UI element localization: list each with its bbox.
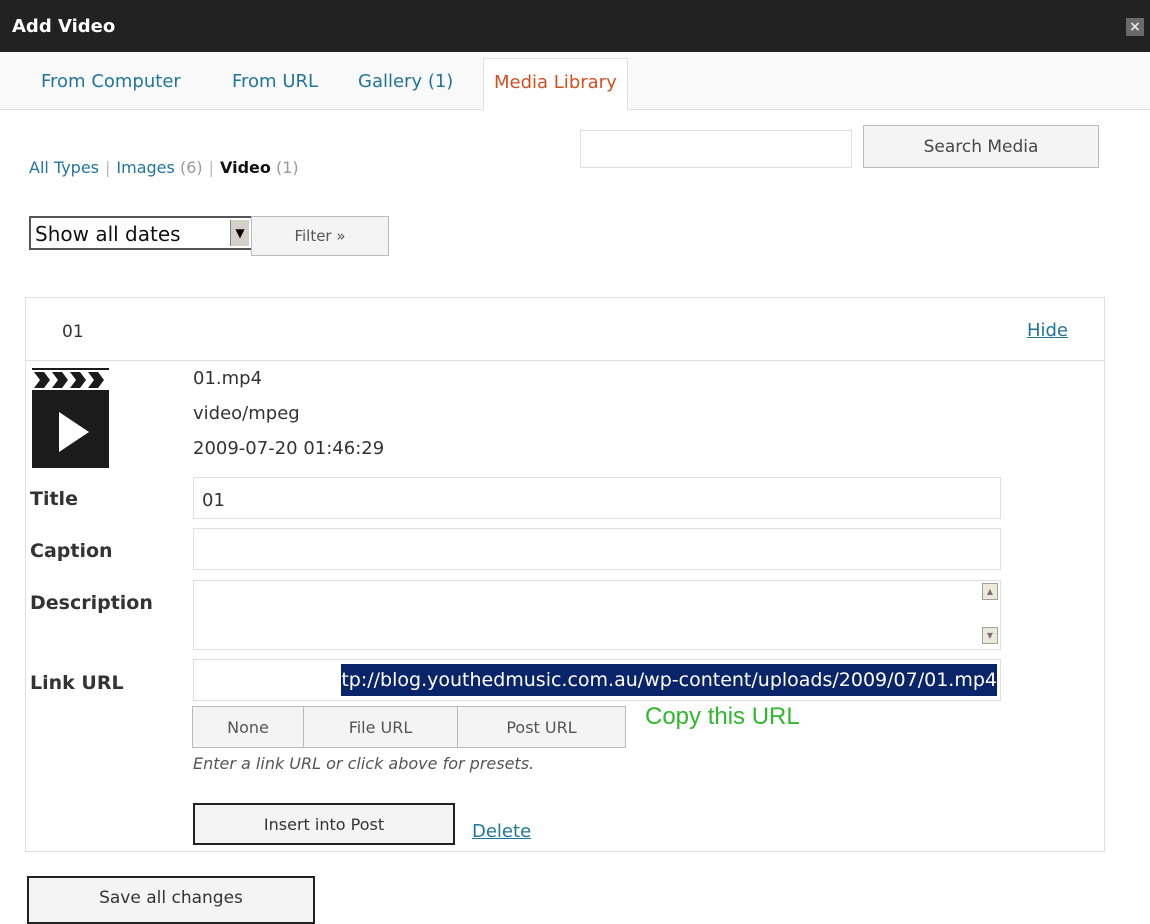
- link-url-label: Link URL: [30, 672, 124, 694]
- close-icon[interactable]: ×: [1126, 18, 1144, 36]
- tab-from-computer[interactable]: From Computer: [41, 71, 181, 92]
- scroll-up-icon[interactable]: ▲: [982, 583, 998, 600]
- preset-none-button[interactable]: None: [192, 706, 304, 748]
- title-label: Title: [30, 488, 78, 510]
- preset-post-url-button[interactable]: Post URL: [457, 706, 626, 748]
- media-filename: 01.mp4: [193, 368, 263, 389]
- filter-images[interactable]: Images: [116, 158, 174, 177]
- link-url-selected-text: tp://blog.youthedmusic.com.au/wp-content…: [341, 664, 997, 696]
- dialog-title: Add Video: [12, 16, 116, 37]
- media-upload-date: 2009-07-20 01:46:29: [193, 438, 385, 459]
- preset-file-url-button[interactable]: File URL: [303, 706, 458, 748]
- tab-media-library[interactable]: Media Library: [483, 58, 628, 110]
- filter-all-types[interactable]: All Types: [29, 158, 99, 177]
- filter-button[interactable]: Filter »: [251, 216, 389, 256]
- delete-link[interactable]: Delete: [472, 821, 531, 842]
- caption-field[interactable]: [193, 528, 1001, 570]
- dropdown-arrow-icon[interactable]: ▼: [230, 220, 249, 246]
- save-all-changes-button[interactable]: Save all changes: [27, 876, 315, 924]
- link-presets: None File URL Post URL: [192, 706, 626, 748]
- insert-into-post-button[interactable]: Insert into Post: [193, 803, 455, 845]
- tab-from-url[interactable]: From URL: [232, 71, 318, 92]
- media-item-name: 01: [62, 322, 84, 342]
- title-field[interactable]: 01: [193, 477, 1001, 519]
- search-input[interactable]: [580, 130, 852, 168]
- caption-label: Caption: [30, 540, 113, 562]
- filter-video-count: (1): [276, 158, 299, 177]
- dialog-titlebar: Add Video ×: [0, 0, 1150, 52]
- scroll-down-icon[interactable]: ▼: [982, 627, 998, 644]
- description-label: Description: [30, 592, 153, 614]
- tab-gallery[interactable]: Gallery (1): [358, 71, 453, 92]
- description-textarea[interactable]: ▲ ▼: [193, 580, 1001, 650]
- filter-images-count: (6): [179, 158, 203, 177]
- video-clapperboard-icon: [32, 368, 109, 468]
- date-select-value: Show all dates: [35, 222, 181, 246]
- media-mime-type: video/mpeg: [193, 403, 300, 424]
- link-url-help: Enter a link URL or click above for pres…: [193, 754, 535, 773]
- media-item-header: 01 Hide: [26, 298, 1104, 361]
- media-item-panel: 01 Hide 01.mp4 video/mpeg 2009-07-20 01:…: [25, 297, 1105, 852]
- type-filter: All Types | Images (6) | Video (1): [29, 158, 299, 177]
- copy-url-annotation: Copy this URL: [645, 703, 800, 730]
- title-field-value: 01: [202, 490, 225, 511]
- date-select[interactable]: Show all dates ▼: [29, 216, 253, 250]
- hide-link[interactable]: Hide: [1027, 320, 1068, 341]
- tab-bar: From Computer From URL Gallery (1) Media…: [0, 52, 1150, 110]
- filter-separator: |: [208, 158, 215, 177]
- search-media-button[interactable]: Search Media: [863, 125, 1099, 168]
- link-url-input[interactable]: tp://blog.youthedmusic.com.au/wp-content…: [193, 659, 1001, 701]
- filter-video-current: Video: [220, 158, 271, 177]
- filter-separator: |: [105, 158, 111, 177]
- description-scrollbar[interactable]: ▲ ▼: [982, 583, 998, 647]
